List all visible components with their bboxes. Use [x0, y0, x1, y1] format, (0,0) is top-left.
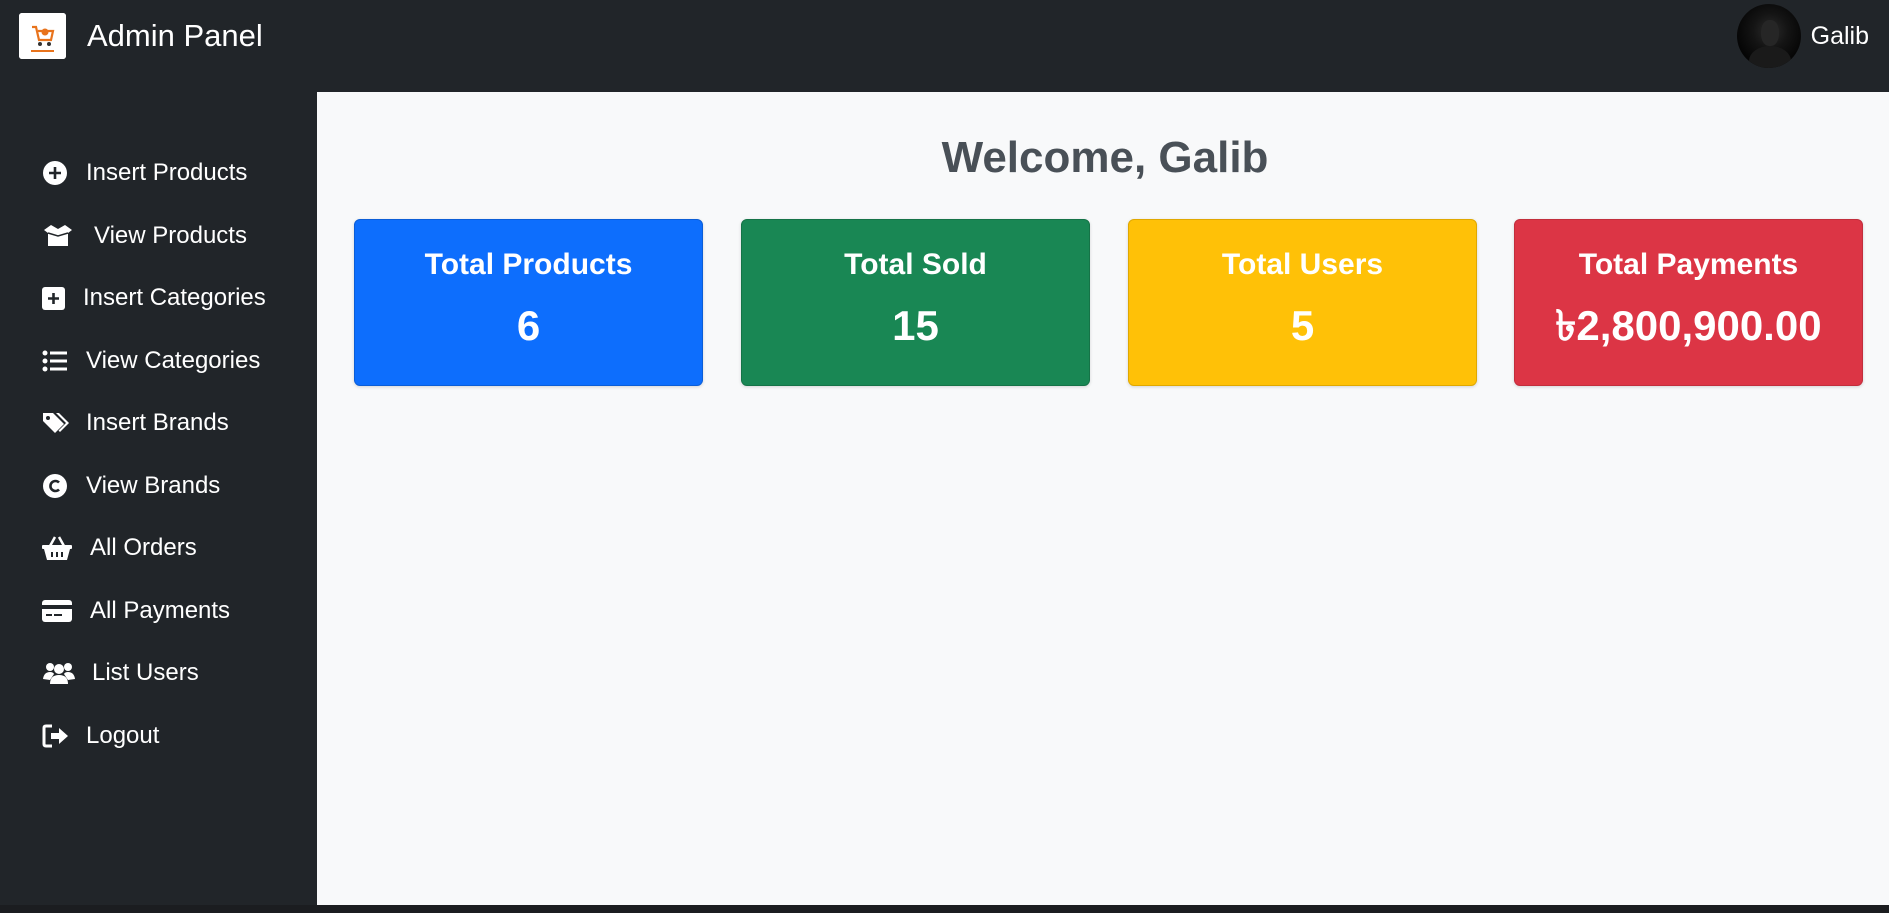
user-name[interactable]: Galib: [1811, 22, 1869, 51]
sidebar-item-logout[interactable]: Logout: [0, 705, 317, 768]
sidebar-item-label: Insert Categories: [83, 284, 266, 312]
sidebar-item-label: View Products: [94, 221, 247, 249]
stat-card-label: Total Payments: [1578, 248, 1799, 281]
sidebar-item-label: Insert Products: [86, 159, 248, 187]
sidebar-item-label: All Payments: [90, 596, 231, 624]
sidebar-item-list-users[interactable]: List Users: [0, 642, 317, 705]
sidebar-item-all-orders[interactable]: All Orders: [0, 517, 317, 580]
stat-card-label: Total Users: [1221, 248, 1384, 281]
sidebar-item-insert-brands[interactable]: Insert Brands: [0, 392, 317, 455]
stat-card-total-products: Total Products 6: [354, 219, 703, 386]
stat-card-total-payments: Total Payments ৳2,800,900.00: [1514, 219, 1863, 386]
sidebar-item-label: Insert Brands: [86, 409, 229, 437]
logout-icon: [42, 722, 72, 750]
basket-icon: [42, 534, 74, 562]
plus-circle-icon: [42, 159, 72, 187]
main-content: Welcome, Galib Total Products 6 Total So…: [317, 92, 1889, 905]
sidebar: Insert Products View Products Insert Cat…: [0, 92, 317, 905]
stat-card-label: Total Products: [424, 248, 633, 281]
user-menu[interactable]: Galib: [1736, 4, 1869, 68]
page-title: Welcome, Galib: [941, 133, 1269, 182]
sidebar-item-view-products[interactable]: View Products: [0, 205, 317, 268]
stat-card-total-sold: Total Sold 15: [741, 219, 1090, 386]
stat-card-value: 15: [892, 302, 939, 349]
sidebar-item-label: List Users: [92, 659, 199, 687]
box-open-icon: [42, 222, 78, 250]
sidebar-item-insert-categories[interactable]: Insert Categories: [0, 267, 317, 330]
users-icon: [42, 659, 76, 687]
sidebar-item-view-categories[interactable]: View Categories: [0, 330, 317, 393]
sidebar-nav: Insert Products View Products Insert Cat…: [0, 142, 317, 767]
sidebar-item-insert-products[interactable]: Insert Products: [0, 142, 317, 205]
tags-icon: [42, 409, 72, 437]
bottom-scrollbar: [0, 905, 1889, 913]
plus-square-icon: [42, 284, 69, 312]
avatar[interactable]: [1736, 4, 1801, 68]
stat-card-value: 6: [516, 302, 541, 349]
credit-card-icon: [42, 597, 74, 625]
app-title: Admin Panel: [87, 18, 263, 53]
stat-card-value: 5: [1290, 302, 1315, 349]
sidebar-item-label: View Brands: [86, 471, 221, 499]
sidebar-item-label: All Orders: [90, 534, 197, 562]
list-icon: [42, 347, 72, 375]
sidebar-item-label: View Categories: [86, 346, 261, 374]
stat-card-total-users: Total Users 5: [1128, 219, 1477, 386]
top-navbar: Admin Panel Galib: [0, 0, 1889, 92]
sidebar-item-label: Logout: [86, 721, 160, 749]
stat-card-label: Total Sold: [844, 248, 987, 281]
stat-card-value: ৳2,800,900.00: [1555, 302, 1822, 349]
store-logo-icon[interactable]: [19, 13, 66, 59]
copyright-icon: [42, 472, 72, 500]
sidebar-item-view-brands[interactable]: View Brands: [0, 455, 317, 518]
sidebar-item-all-payments[interactable]: All Payments: [0, 580, 317, 643]
